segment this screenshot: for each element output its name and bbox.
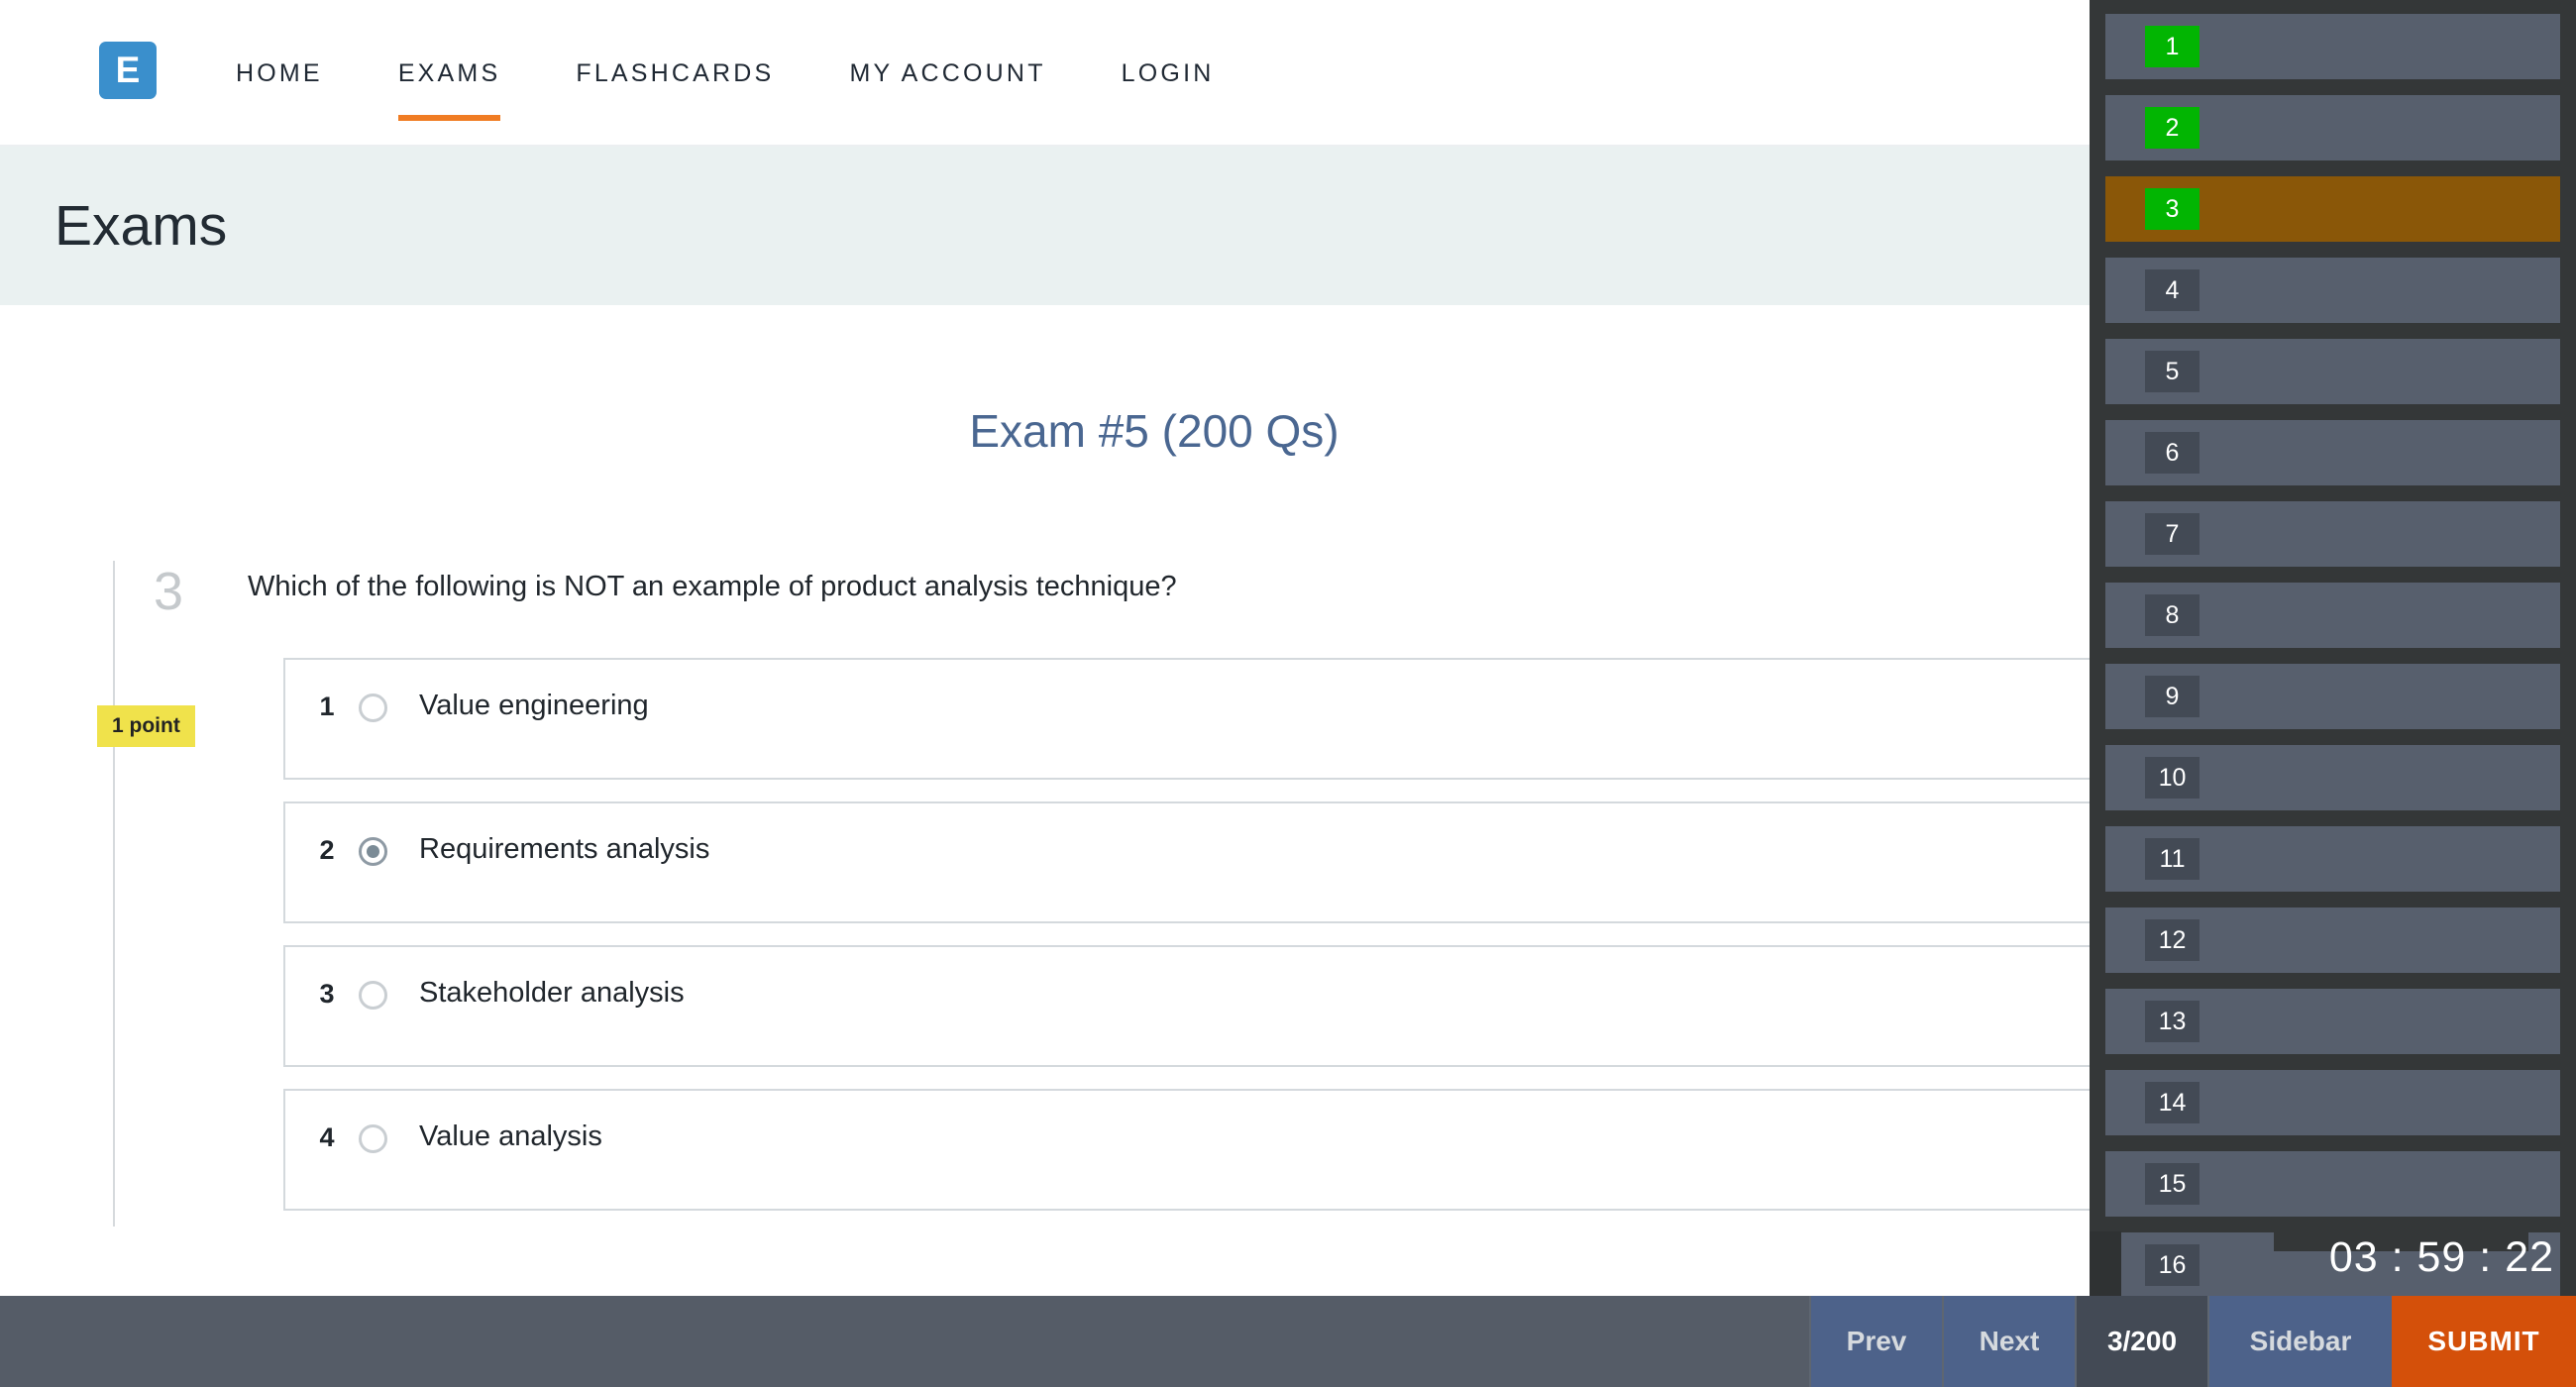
answer-option[interactable]: 4 Value analysis (283, 1089, 2354, 1211)
answer-option[interactable]: 3 Stakeholder analysis (283, 945, 2354, 1067)
sidebar-question-badge: 11 (2145, 838, 2200, 880)
option-index: 3 (319, 979, 335, 1009)
nav-link-exams[interactable]: EXAMS (361, 0, 539, 147)
question-rail-divider (113, 561, 115, 1227)
question-counter[interactable]: 3/200 (2075, 1296, 2207, 1387)
option-index: 2 (319, 835, 335, 865)
sidebar-question-badge: 15 (2145, 1163, 2200, 1205)
sidebar-question-item[interactable]: 7 (2105, 501, 2560, 567)
option-label: Value engineering (419, 690, 649, 721)
sidebar-question-item[interactable]: 14 (2105, 1070, 2560, 1135)
exam-timer: 03 : 59 : 22 (2328, 1233, 2554, 1281)
option-index: 4 (319, 1122, 335, 1152)
sidebar-question-badge: 13 (2145, 1001, 2200, 1042)
sidebar-question-item[interactable]: 5 (2105, 339, 2560, 404)
option-label: Stakeholder analysis (419, 977, 685, 1009)
prev-button[interactable]: Prev (1809, 1296, 1942, 1387)
sidebar-question-item[interactable]: 11 (2105, 826, 2560, 892)
sidebar-question-item[interactable]: 8 (2105, 583, 2560, 648)
bottom-toolbar: Prev Next 3/200 Sidebar SUBMIT (0, 1296, 2576, 1387)
page-title: Exams (54, 194, 228, 258)
sidebar-toggle-button[interactable]: Sidebar (2207, 1296, 2392, 1387)
sidebar-question-item[interactable]: 9 (2105, 664, 2560, 729)
question-number: 3 (153, 562, 184, 621)
sidebar-question-badge: 1 (2145, 26, 2200, 67)
sidebar-question-item[interactable]: 13 (2105, 989, 2560, 1054)
radio-button-selected-icon[interactable] (359, 837, 387, 866)
nav-link-home[interactable]: HOME (198, 0, 361, 147)
nav-link-login[interactable]: LOGIN (1084, 0, 1252, 147)
nav-link-my-account[interactable]: MY ACCOUNT (811, 0, 1083, 147)
option-index: 1 (319, 692, 335, 721)
sidebar-question-badge: 6 (2145, 432, 2200, 474)
sidebar-question-badge: 4 (2145, 269, 2200, 311)
sidebar-question-item[interactable]: 3 (2105, 176, 2560, 242)
points-badge: 1 point (97, 705, 195, 747)
sidebar-question-badge: 9 (2145, 676, 2200, 717)
sidebar-question-badge: 5 (2145, 351, 2200, 392)
radio-button-icon[interactable] (359, 694, 387, 722)
answer-option[interactable]: 2 Requirements analysis (283, 801, 2354, 923)
option-label: Value analysis (419, 1120, 602, 1152)
sidebar-question-badge: 2 (2145, 107, 2200, 149)
sidebar-question-badge: 10 (2145, 757, 2200, 799)
nav-link-flashcards[interactable]: FLASHCARDS (538, 0, 811, 147)
radio-button-icon[interactable] (359, 1124, 387, 1153)
sidebar-question-item[interactable]: 10 (2105, 745, 2560, 810)
sidebar-question-badge: 12 (2145, 919, 2200, 961)
answer-options-list: 1 Value engineering 2 Requirements analysis… (283, 658, 2354, 1232)
sidebar-question-badge: 14 (2145, 1082, 2200, 1123)
brand-logo-icon[interactable]: E (99, 42, 157, 99)
question-text: Which of the following is NOT an example… (248, 571, 1177, 602)
sidebar-question-badge: 8 (2145, 594, 2200, 636)
sidebar-question-item[interactable]: 12 (2105, 907, 2560, 973)
sidebar-question-badge: 3 (2145, 188, 2200, 230)
answer-option[interactable]: 1 Value engineering (283, 658, 2354, 780)
sidebar-question-item[interactable]: 4 (2105, 258, 2560, 323)
option-label: Requirements analysis (419, 833, 710, 865)
sidebar-question-item[interactable]: 2 (2105, 95, 2560, 160)
sidebar-question-item[interactable]: 15 (2105, 1151, 2560, 1217)
question-navigator-sidebar[interactable]: 1 2 3 4 5 6 7 8 9 10 11 12 13 14 15 16 (2090, 0, 2576, 1387)
sidebar-question-item[interactable]: 6 (2105, 420, 2560, 485)
radio-button-icon[interactable] (359, 981, 387, 1010)
next-button[interactable]: Next (1942, 1296, 2075, 1387)
sidebar-question-badge: 7 (2145, 513, 2200, 555)
sidebar-question-item[interactable]: 1 (2105, 14, 2560, 79)
exam-title: Exam #5 (200 Qs) (969, 405, 1340, 457)
nav-links: HOME EXAMS FLASHCARDS MY ACCOUNT LOGIN (198, 0, 1251, 147)
sidebar-scroll-gutter (2090, 1231, 2121, 1296)
submit-button[interactable]: SUBMIT (2392, 1296, 2576, 1387)
sidebar-question-badge: 16 (2145, 1244, 2200, 1286)
